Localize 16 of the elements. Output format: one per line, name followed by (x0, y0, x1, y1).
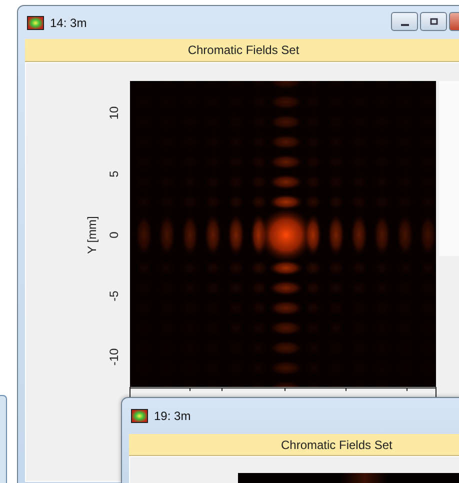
axis-label: Y [mm] (85, 216, 99, 254)
app-icon (131, 409, 148, 423)
minimize-button[interactable] (391, 12, 418, 31)
maximize-icon (428, 16, 440, 26)
tick-label: 5 (107, 170, 121, 178)
tick-label: -5 (107, 290, 121, 302)
maximize-button[interactable] (420, 12, 447, 31)
panel-header: Chromatic Fields Set (25, 39, 459, 62)
window-title: 19: 3m (154, 409, 191, 423)
window-title: 14: 3m (50, 16, 87, 30)
app-icon (27, 16, 44, 30)
panel-header: Chromatic Fields Set (129, 434, 459, 456)
tick-label: 0 (107, 232, 121, 238)
minimize-icon (400, 24, 408, 26)
tick-label: -10 (107, 348, 121, 366)
tick-label: 10 (107, 106, 121, 120)
